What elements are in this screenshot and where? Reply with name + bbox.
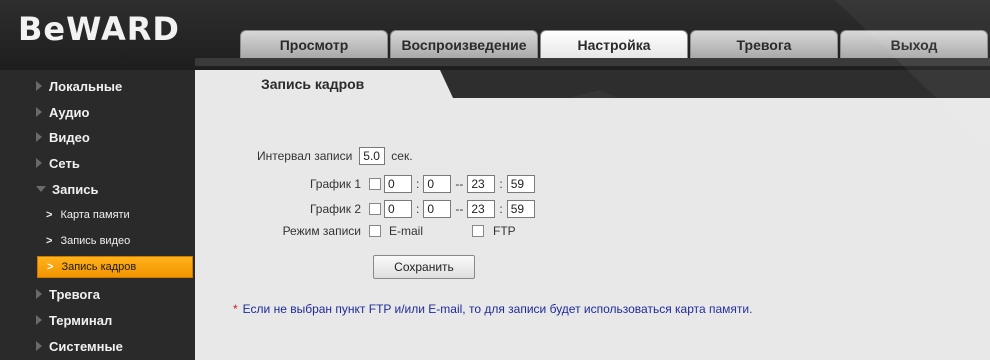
arrow-right-icon <box>36 107 42 117</box>
schedule2-checkbox[interactable] <box>369 203 381 215</box>
arrow-right-icon <box>36 132 42 142</box>
email-checkbox[interactable] <box>369 225 381 237</box>
sidebar-item-network[interactable]: Сеть <box>36 152 195 174</box>
sidebar-item-audio[interactable]: Аудио <box>36 101 195 123</box>
ftp-checkbox[interactable] <box>472 225 485 237</box>
interval-row: Интервал записи 5.0 сек. <box>257 147 413 165</box>
schedule2-end-hour[interactable]: 23 <box>467 200 496 218</box>
sidebar-item-label: Аудио <box>49 104 90 120</box>
schedule1-start-hour[interactable]: 0 <box>384 175 412 193</box>
sidebar-subitem-video-record[interactable]: > Запись видео <box>46 230 195 252</box>
sidebar-item-video[interactable]: Видео <box>36 126 195 148</box>
colon: : <box>416 202 420 216</box>
dash: -- <box>455 202 464 216</box>
content-tab-title: Запись кадров <box>195 70 453 98</box>
arrow-right-icon <box>36 158 42 168</box>
tab-exit[interactable]: Выход <box>840 30 988 58</box>
schedule2-start-hour[interactable]: 0 <box>384 200 412 218</box>
sidebar-item-label: Терминал <box>49 312 113 328</box>
schedule2-start-minute[interactable]: 0 <box>423 200 452 218</box>
mode-label: Режим записи <box>282 224 361 238</box>
schedule1-end-minute[interactable]: 59 <box>506 175 535 193</box>
schedule1-end-hour[interactable]: 23 <box>467 175 496 193</box>
tab-settings[interactable]: Настройка <box>540 30 688 58</box>
mode-row: Режим записи E-mail FTP <box>275 224 516 238</box>
sidebar: Локальные Аудио Видео Сеть Запись > Карт… <box>0 70 195 360</box>
colon: : <box>499 202 503 216</box>
app-frame: BeWARD Просмотр Воспроизведение Настройк… <box>0 0 990 360</box>
sidebar-item-system[interactable]: Системные <box>36 335 195 357</box>
save-button[interactable]: Сохранить <box>373 255 475 279</box>
sidebar-item-label: Сеть <box>49 155 80 171</box>
sidebar-subitem-label: Запись кадров <box>61 261 137 273</box>
sidebar-item-label: Видео <box>49 129 90 145</box>
tab-playback[interactable]: Воспроизведение <box>390 30 538 58</box>
info-note: * Если не выбран пункт FTP и/или E-mail, … <box>233 302 752 316</box>
ftp-label: FTP <box>493 224 516 238</box>
top-nav-tabs: Просмотр Воспроизведение Настройка Трево… <box>240 30 988 58</box>
tab-view[interactable]: Просмотр <box>240 30 388 58</box>
chevron-right-icon: > <box>46 235 53 247</box>
colon: : <box>416 177 420 191</box>
arrow-down-icon <box>36 186 46 192</box>
schedule1-row: График 1 0 : 0 -- 23 : 59 <box>303 175 535 193</box>
interval-input[interactable]: 5.0 <box>359 147 386 165</box>
sidebar-subitem-memory-card[interactable]: > Карта памяти <box>46 204 195 226</box>
arrow-right-icon <box>36 81 42 91</box>
tab-underline <box>195 58 990 66</box>
email-label: E-mail <box>389 224 424 238</box>
sidebar-item-label: Запись <box>52 181 99 197</box>
note-star: * <box>233 302 238 316</box>
sidebar-item-record[interactable]: Запись <box>36 178 195 200</box>
sidebar-item-alarm[interactable]: Тревога <box>36 283 195 305</box>
schedule2-label: График 2 <box>309 202 361 216</box>
sidebar-item-terminal[interactable]: Терминал <box>36 309 195 331</box>
schedule2-row: График 2 0 : 0 -- 23 : 59 <box>303 200 535 218</box>
chevron-right-icon: > <box>46 209 53 221</box>
schedule2-end-minute[interactable]: 59 <box>506 200 535 218</box>
dash: -- <box>455 177 464 191</box>
interval-label: Интервал записи <box>257 149 353 163</box>
sidebar-item-local[interactable]: Локальные <box>36 75 195 97</box>
arrow-right-icon <box>36 315 42 325</box>
beward-logo: BeWARD <box>18 10 180 48</box>
schedule1-start-minute[interactable]: 0 <box>423 175 452 193</box>
chevron-right-icon: > <box>47 261 54 273</box>
sidebar-subitem-frame-record[interactable]: > Запись кадров <box>37 256 193 278</box>
interval-unit: сек. <box>391 149 413 163</box>
sidebar-item-label: Тревога <box>49 286 101 302</box>
arrow-right-icon <box>36 341 42 351</box>
sidebar-item-label: Локальные <box>49 78 123 94</box>
content-panel: Запись кадров Интервал записи 5.0 сек. Г… <box>195 70 990 360</box>
sidebar-subitem-label: Карта памяти <box>60 209 130 221</box>
sidebar-subitem-label: Запись видео <box>60 235 131 247</box>
arrow-right-icon <box>36 289 42 299</box>
sidebar-item-label: Системные <box>49 338 123 354</box>
tab-alarm[interactable]: Тревога <box>690 30 838 58</box>
colon: : <box>499 177 503 191</box>
schedule1-label: График 1 <box>309 177 361 191</box>
note-text: Если не выбран пункт FTP и/или E-mail, т… <box>242 302 753 316</box>
schedule1-checkbox[interactable] <box>369 178 381 190</box>
